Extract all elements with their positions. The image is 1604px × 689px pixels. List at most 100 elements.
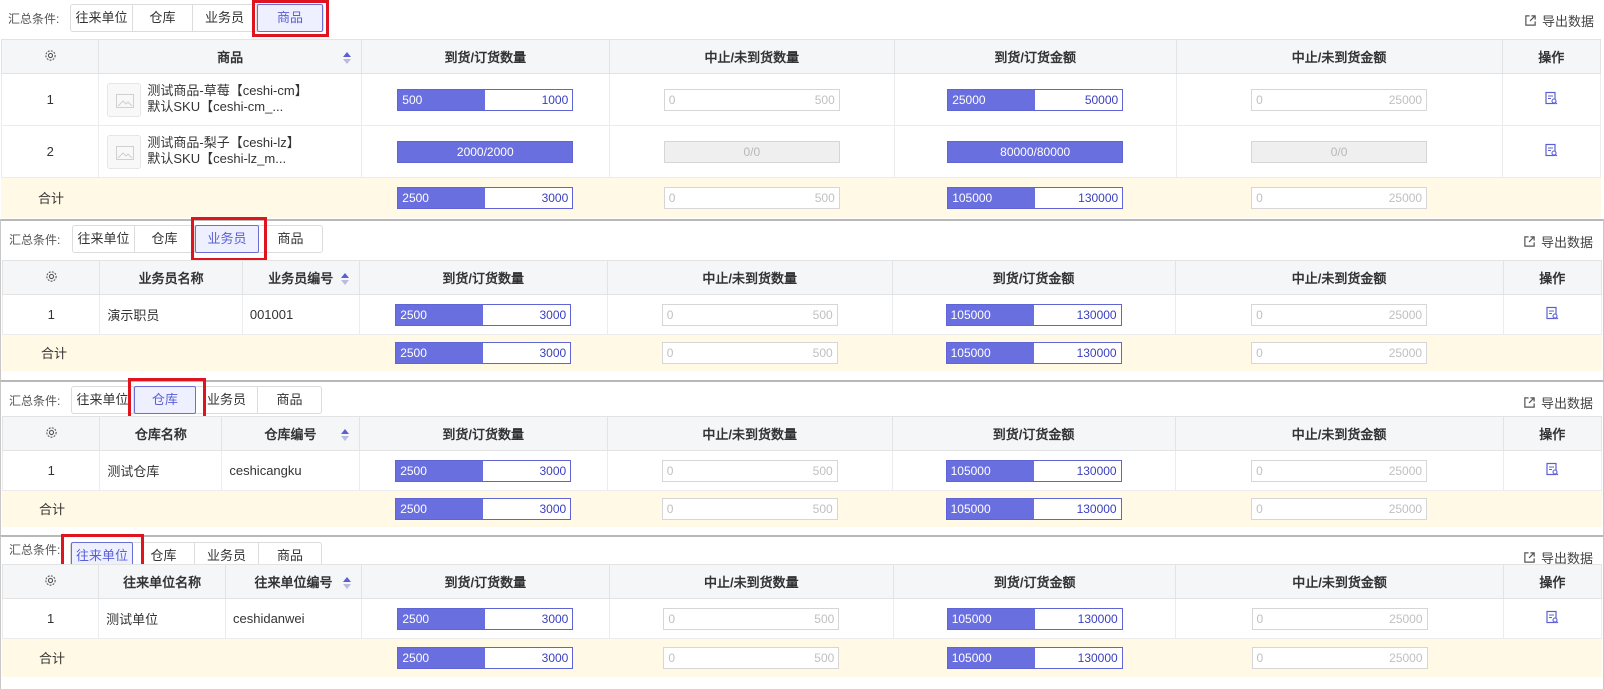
total-row: 合计 2500 3000 0 500 105000 130000 0 25000 [2,490,1603,527]
amount-progress: 105000 130000 [945,303,1122,326]
partner-code: ceshidanwei [224,598,363,639]
tab-partner[interactable]: 往来单位 [71,5,133,31]
sort-icon[interactable] [342,52,351,64]
row-index: 1 [1,450,101,491]
tab-warehouse[interactable]: 仓库 [134,386,196,414]
export-label: 导出数据 [1541,14,1594,29]
qty-progress: 2000/2000 [397,140,574,163]
salesman-table: 业务员名称 业务员编号 到货/订货数量 中止/未到货数量 到货/订货金额 中止/… [1,260,1603,371]
tab-salesman[interactable]: 业务员 [196,387,258,413]
stop-qty-progress: 0 500 [663,607,840,630]
column-settings[interactable] [1,564,100,599]
product-sku: 默认SKU【ceshi-lz_m... [147,151,287,166]
col-stop-qty: 中止/未到货数量 [608,564,895,599]
col-salesman-name: 业务员名称 [99,260,243,295]
stop-amount-progress: 0 25000 [1251,303,1428,326]
col-stop-qty: 中止/未到货数量 [606,260,893,295]
export-label: 导出数据 [1540,396,1593,411]
tab-group: 往来单位 仓库 业务员 商品 [70,4,324,32]
total-label: 合计 [1,638,363,677]
tab-product[interactable]: 商品 [259,226,322,252]
stop-qty-progress: 0 500 [661,459,838,482]
sort-icon[interactable] [343,577,352,589]
amount-progress: 105000 130000 [945,459,1122,482]
col-amount: 到货/订货金额 [891,416,1176,451]
tab-partner[interactable]: 往来单位 [73,226,135,252]
stop-qty-progress: 0 500 [661,341,838,364]
gear-icon [45,574,56,586]
amount-progress: 80000/80000 [947,140,1124,163]
col-salesman-code[interactable]: 业务员编号 [241,260,360,295]
table-header: 往来单位名称 往来单位编号 到货/订货数量 中止/未到货数量 到货/订货金额 中… [1,564,1603,599]
detail-icon[interactable] [1544,143,1558,157]
col-stop-amount: 中止/未到货金额 [1175,39,1503,74]
export-button[interactable]: 导出数据 [1523,393,1593,412]
col-qty: 到货/订货数量 [361,564,610,599]
total-row: 合计 2500 3000 0 500 105000 130000 0 25000 [1,638,1603,677]
col-partner-code[interactable]: 往来单位编号 [224,564,363,599]
tab-product[interactable]: 商品 [257,4,323,32]
tab-salesman[interactable]: 业务员 [195,225,259,253]
col-warehouse-name: 仓库名称 [99,416,223,451]
summary-label: 汇总条件: [9,394,61,408]
col-stop-amount: 中止/未到货金额 [1174,260,1504,295]
col-qty: 到货/订货数量 [360,39,610,74]
col-operate: 操作 [1502,564,1603,599]
stop-amount-progress: 0 25000 [1251,341,1428,364]
column-settings[interactable] [1,416,101,451]
tab-warehouse[interactable]: 仓库 [133,5,193,31]
col-operate: 操作 [1502,260,1603,295]
col-operate: 操作 [1502,416,1603,451]
sort-icon[interactable] [340,429,349,441]
col-qty: 到货/订货数量 [358,416,608,451]
salesman-name: 演示职员 [99,294,243,335]
tab-warehouse[interactable]: 仓库 [135,226,195,252]
qty-progress: 500 1000 [397,88,574,111]
col-stop-amount: 中止/未到货金额 [1175,564,1504,599]
col-product[interactable]: 商品 [98,39,362,74]
warehouse-table: 仓库名称 仓库编号 到货/订货数量 中止/未到货数量 到货/订货金额 中止/未到… [1,416,1603,527]
detail-icon[interactable] [1545,610,1559,624]
row-index: 1 [0,73,100,126]
table-row: 2 测试商品-梨子【ceshi-lz】 默认SKU【ceshi-lz_m... 2… [0,125,1602,178]
table-row: 1 测试仓库 ceshicangku 2500 3000 0 500 105000 1… [1,450,1603,491]
stop-qty-progress: 0 500 [663,88,840,111]
col-amount: 到货/订货金额 [891,260,1176,295]
gear-icon [44,49,56,61]
export-icon [1524,397,1535,408]
sort-icon[interactable] [340,273,349,285]
panel-warehouse: 汇总条件: 往来单位 仓库 业务员 商品 导出数据 仓库名称 仓库编号 到货/订… [0,378,1604,535]
col-partner-name: 往来单位名称 [98,564,226,599]
row-index: 1 [1,598,100,639]
tab-partner[interactable]: 往来单位 [72,387,134,413]
qty-progress: 2500 3000 [397,607,574,630]
detail-icon[interactable] [1545,462,1559,476]
export-button[interactable]: 导出数据 [1524,11,1594,30]
export-icon [1524,552,1535,563]
total-row: 合计 2500 3000 0 500 105000 130000 0 25000 [1,177,1602,218]
total-row: 合计 2500 3000 0 500 105000 130000 0 25000 [2,334,1603,371]
table-header: 业务员名称 业务员编号 到货/订货数量 中止/未到货数量 到货/订货金额 中止/… [1,260,1603,295]
table-row: 1 测试单位 ceshidanwei 2500 3000 0 500 105000 1… [1,598,1603,639]
tab-salesman[interactable]: 业务员 [193,5,257,31]
tab-group: 往来单位 仓库 业务员 商品 [71,386,322,414]
column-settings[interactable] [0,39,100,74]
gear-icon [45,270,57,282]
column-settings[interactable] [1,260,101,295]
col-amount: 到货/订货金额 [893,39,1177,74]
export-button[interactable]: 导出数据 [1523,232,1593,251]
amount-progress: 105000 130000 [947,186,1124,209]
table-row: 1 演示职员 001001 2500 3000 0 500 105000 130000… [1,294,1603,335]
qty-progress: 2500 3000 [397,186,574,209]
partner-table: 往来单位名称 往来单位编号 到货/订货数量 中止/未到货数量 到货/订货金额 中… [1,564,1603,677]
col-warehouse-code[interactable]: 仓库编号 [221,416,360,451]
qty-progress: 2500 3000 [395,303,572,326]
amount-progress: 105000 130000 [946,646,1123,669]
gear-icon [45,426,57,438]
detail-icon[interactable] [1544,91,1558,105]
panel-product: 汇总条件: 往来单位 仓库 业务员 商品 导出数据 商品 到货/订货数量 中止/… [0,0,1604,219]
col-stop-qty: 中止/未到货数量 [608,39,895,74]
detail-icon[interactable] [1545,306,1559,320]
stop-qty-progress: 0 500 [661,497,838,520]
tab-product[interactable]: 商品 [258,387,321,413]
